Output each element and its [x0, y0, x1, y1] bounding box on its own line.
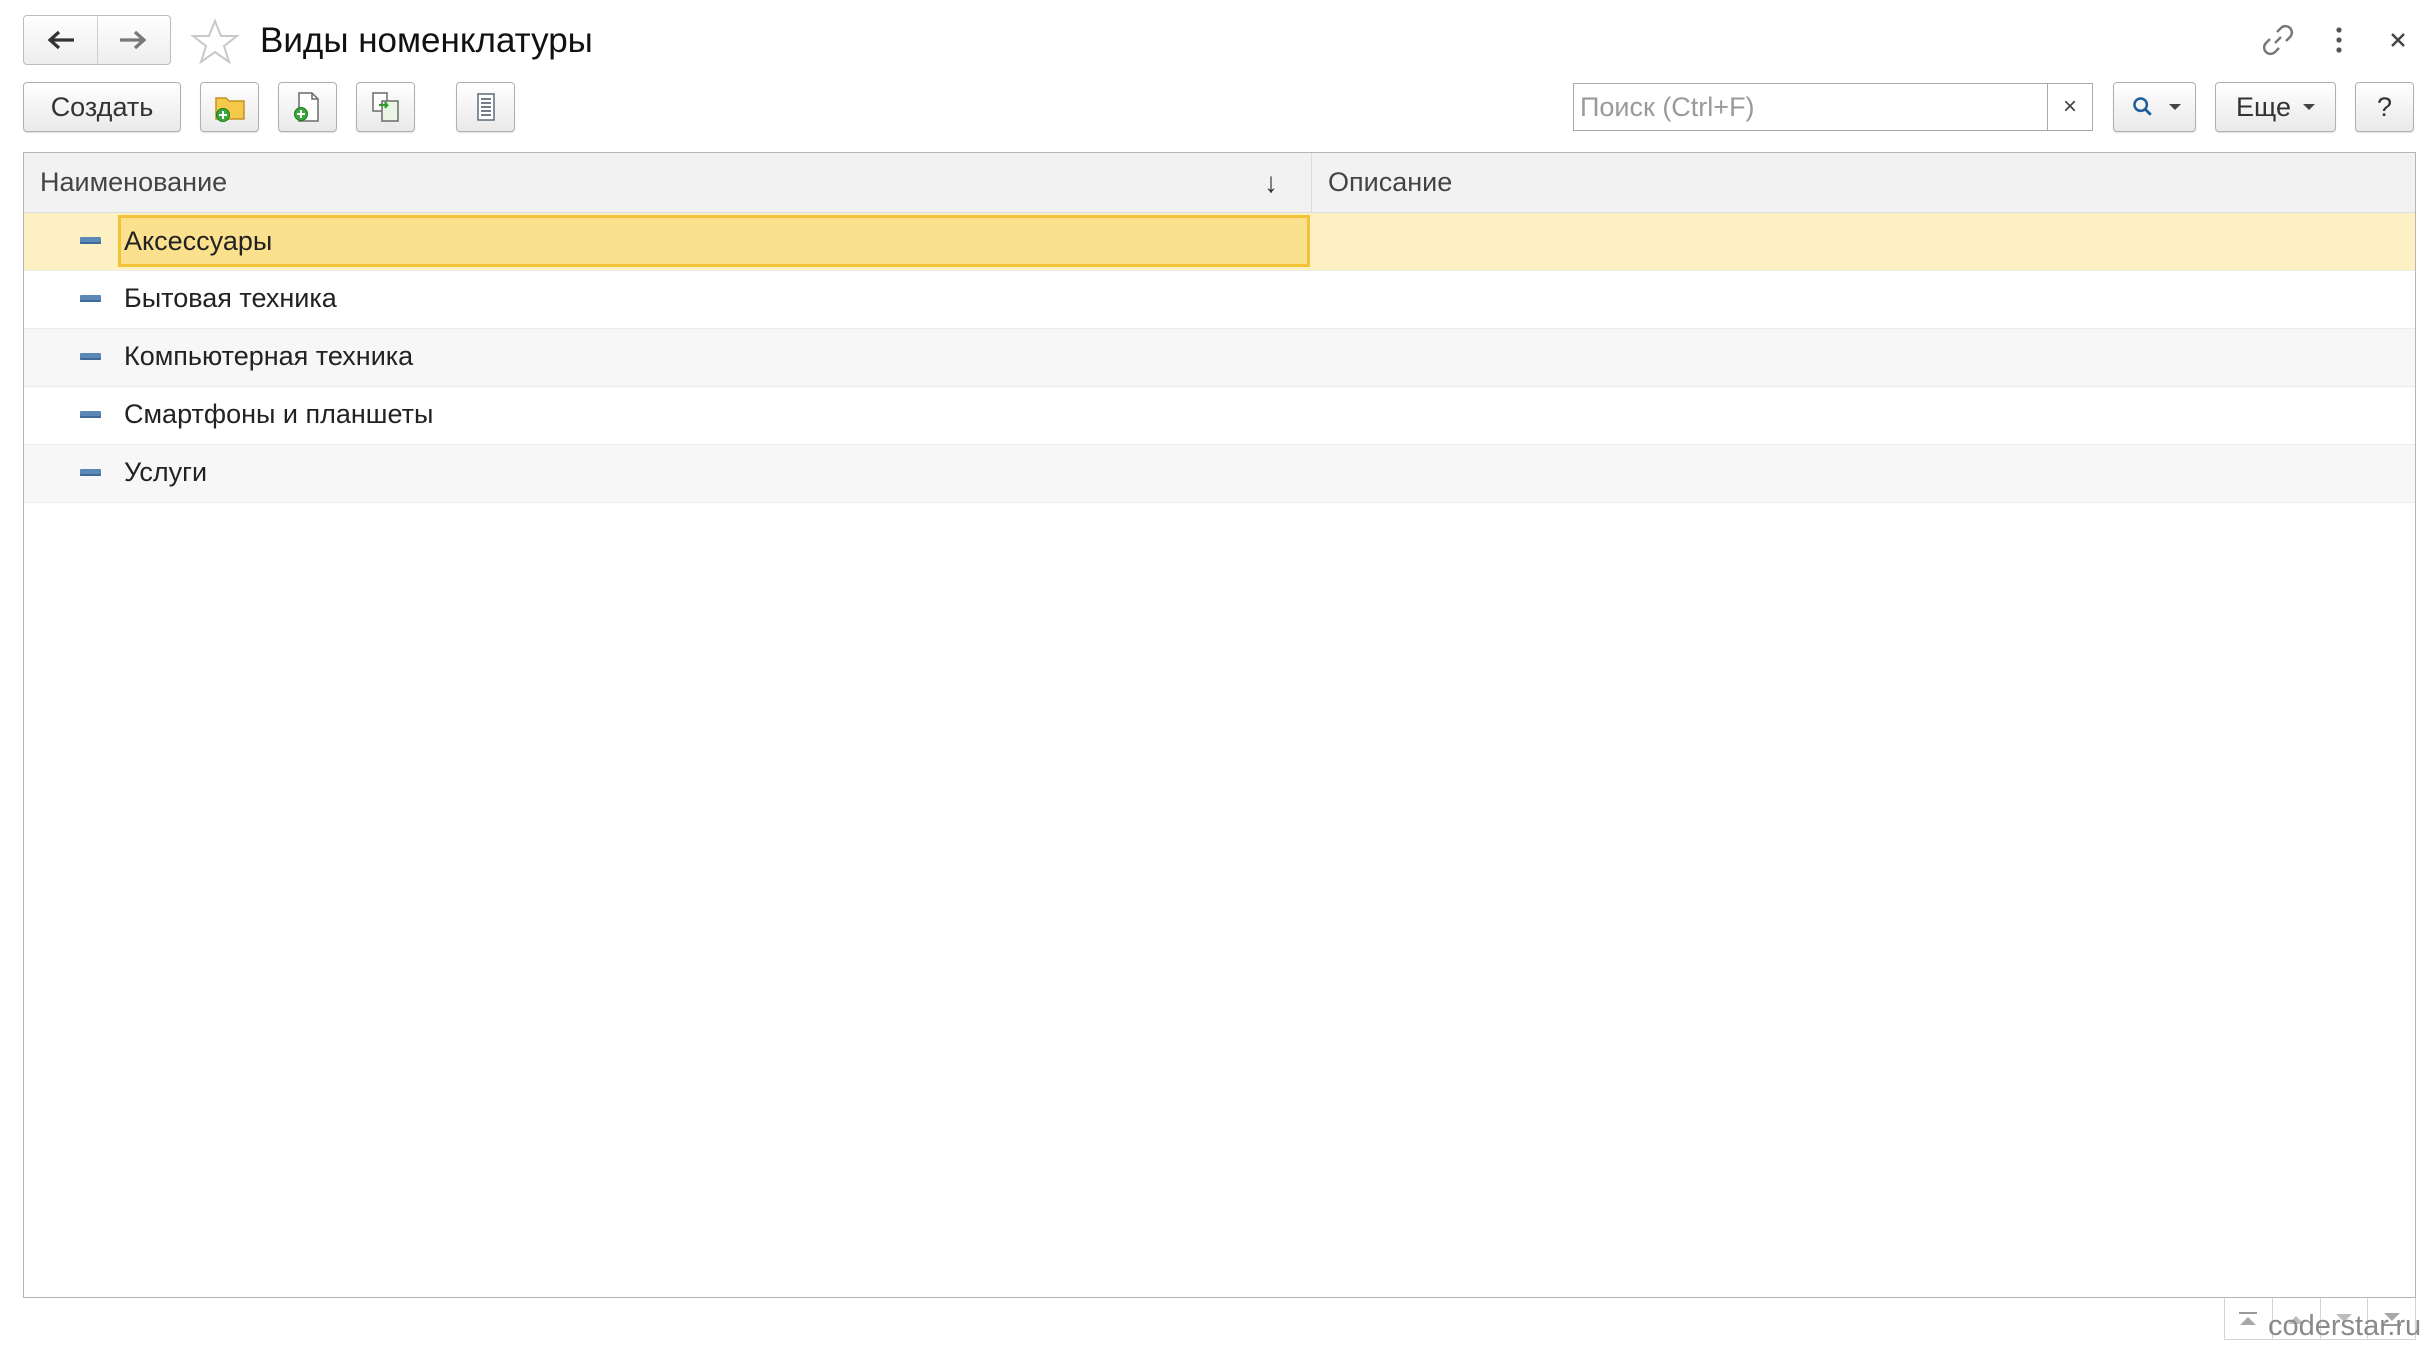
- search-box: ×: [1573, 83, 2093, 131]
- create-item-button[interactable]: [278, 82, 337, 132]
- back-button[interactable]: [24, 16, 97, 64]
- column-header-name-label: Наименование: [40, 167, 228, 197]
- sort-descending-icon: ↓: [1264, 167, 1278, 198]
- link-icon: [2263, 25, 2293, 55]
- document-add-icon: [293, 92, 319, 122]
- row-name-cell: Услуги: [124, 457, 208, 487]
- link-button[interactable]: [2258, 20, 2298, 60]
- column-header-name[interactable]: Наименование: [24, 153, 1311, 212]
- table-row[interactable]: Бытовая техника: [24, 271, 2415, 329]
- forward-button[interactable]: [96, 16, 171, 64]
- create-folder-button[interactable]: [200, 82, 259, 132]
- copy-item-button[interactable]: [356, 82, 415, 132]
- vertical-dots-icon: [2336, 27, 2342, 53]
- search-clear-button[interactable]: ×: [2047, 84, 2092, 130]
- more-button-label: Еще: [2236, 91, 2291, 122]
- table-row[interactable]: Смартфоны и планшеты: [24, 387, 2415, 445]
- create-button[interactable]: Создать: [23, 82, 181, 132]
- close-icon: [2391, 33, 2405, 47]
- search-options-button[interactable]: [2113, 82, 2196, 132]
- navigation-buttons: [23, 15, 171, 65]
- page-title: Виды номенклатуры: [260, 21, 593, 60]
- more-actions-button[interactable]: [2319, 20, 2359, 60]
- column-header-description-label: Описание: [1328, 167, 1453, 197]
- folder-add-icon: [214, 97, 245, 122]
- column-header-description[interactable]: Описание: [1312, 153, 2412, 212]
- clear-icon: ×: [2062, 93, 2077, 120]
- watermark: coderstar.ru: [2268, 1310, 2422, 1342]
- row-name-cell: Смартфоны и планшеты: [124, 399, 434, 429]
- arrow-right-icon: [119, 30, 147, 50]
- more-button[interactable]: Еще: [2215, 82, 2336, 132]
- chevron-down-icon: [2168, 104, 2181, 110]
- create-button-label: Создать: [50, 91, 154, 122]
- catalog-item-icon: [80, 237, 101, 244]
- catalog-item-icon: [80, 411, 101, 418]
- catalog-table: Наименование ↓ Описание Аксессуары Бытов…: [23, 152, 2416, 1298]
- table-row[interactable]: Аксессуары: [24, 213, 2415, 271]
- help-button[interactable]: ?: [2355, 82, 2414, 132]
- help-label: ?: [2376, 91, 2393, 122]
- scroll-to-top-button[interactable]: [2224, 1298, 2273, 1340]
- document-copy-icon: [371, 92, 399, 122]
- chevron-down-icon: [2302, 104, 2315, 110]
- favorite-star-icon[interactable]: [190, 18, 240, 66]
- arrow-left-icon: [47, 30, 75, 50]
- search-input[interactable]: [1574, 84, 2047, 130]
- close-button[interactable]: [2378, 20, 2418, 60]
- row-name-cell[interactable]: Аксессуары: [118, 215, 1310, 267]
- catalog-item-icon: [80, 469, 101, 476]
- table-row[interactable]: Компьютерная техника: [24, 329, 2415, 387]
- row-name-cell: Компьютерная техника: [124, 341, 414, 371]
- list-view-button[interactable]: [456, 82, 515, 132]
- table-header: Наименование ↓ Описание: [24, 153, 2415, 213]
- magnifier-icon: [2132, 97, 2152, 116]
- table-row[interactable]: Услуги: [24, 445, 2415, 503]
- catalog-item-icon: [80, 353, 101, 360]
- scroll-top-icon: [2239, 1311, 2258, 1325]
- row-name-cell: Бытовая техника: [124, 283, 337, 313]
- list-icon: [476, 93, 495, 121]
- catalog-item-icon: [80, 295, 101, 302]
